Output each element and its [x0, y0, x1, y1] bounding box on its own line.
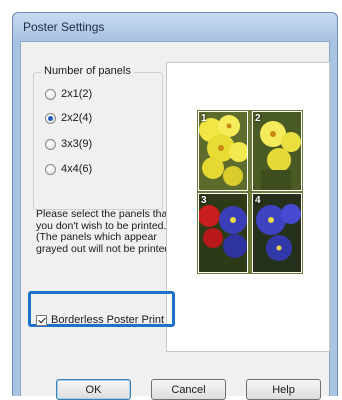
checkbox-label: Borderless Poster Print	[51, 314, 165, 326]
preview-panel-3[interactable]: 3	[198, 193, 248, 273]
ok-button[interactable]: OK	[56, 379, 131, 400]
radio-button-selected-icon[interactable]	[45, 112, 56, 124]
radio-label: 2x1(2)	[61, 88, 93, 100]
radio-3x3[interactable]: 3x3(9)	[45, 138, 92, 150]
poster-image: 1 2 3 4	[197, 110, 303, 274]
panel-number: 3	[201, 195, 207, 206]
panel-number: 4	[255, 195, 261, 206]
group-legend: Number of panels	[41, 65, 134, 77]
poster-preview: 1 2 3 4	[166, 62, 330, 352]
panel-number: 2	[255, 113, 261, 124]
radio-label: 3x3(9)	[61, 138, 93, 150]
radio-label: 4x4(6)	[61, 163, 93, 175]
radio-button-icon[interactable]	[45, 138, 56, 150]
preview-panel-1[interactable]: 1	[198, 111, 248, 191]
preview-panel-2[interactable]: 2	[252, 111, 302, 191]
radio-2x2[interactable]: 2x2(4)	[45, 112, 92, 124]
dialog-window: Poster Settings Number of panels 2x1(2) …	[12, 12, 338, 400]
radio-button-icon[interactable]	[45, 88, 56, 100]
borderless-poster-checkbox[interactable]: Borderless Poster Print	[36, 314, 164, 326]
radio-label: 2x2(4)	[61, 112, 93, 124]
radio-2x1[interactable]: 2x1(2)	[45, 88, 92, 100]
help-button[interactable]: Help	[246, 379, 321, 400]
cancel-button[interactable]: Cancel	[151, 379, 226, 400]
radio-button-icon[interactable]	[45, 163, 56, 175]
preview-panel-4[interactable]: 4	[252, 193, 302, 273]
radio-4x4[interactable]: 4x4(6)	[45, 163, 92, 175]
title-bar[interactable]: Poster Settings	[13, 13, 337, 41]
window-title: Poster Settings	[23, 20, 105, 34]
checkbox-checked-icon[interactable]	[36, 314, 47, 326]
panel-number: 1	[201, 113, 207, 124]
dialog-body: Number of panels 2x1(2) 2x2(4) 3x3(9) 4x…	[20, 41, 330, 400]
instructions-text: Please select the panels that you don't …	[36, 208, 174, 255]
